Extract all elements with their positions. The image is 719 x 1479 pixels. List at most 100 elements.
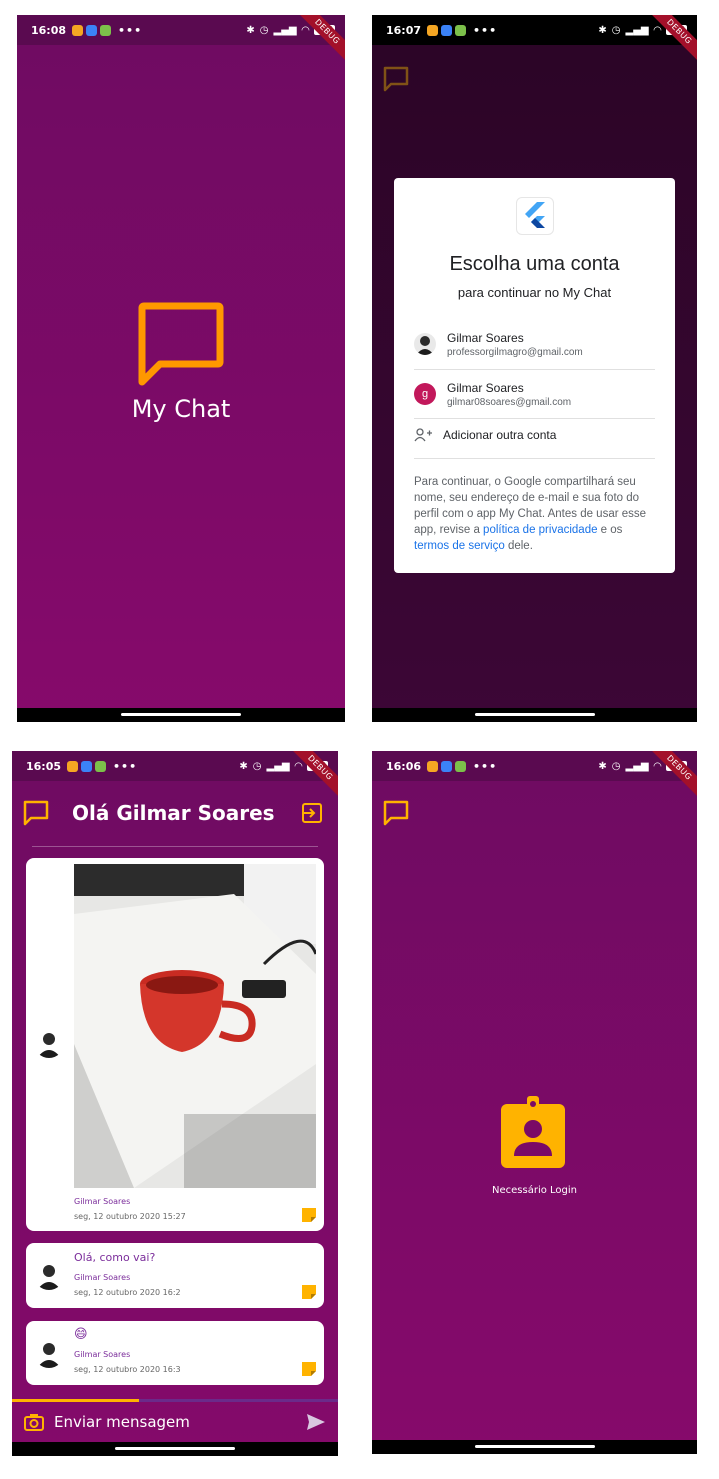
note-icon[interactable] bbox=[302, 1362, 316, 1376]
account-option[interactable]: g Gilmar Soares gilmar08soares@gmail.com bbox=[414, 370, 655, 418]
notification-icons bbox=[427, 24, 467, 36]
splash-screen: 16:08 ••• ✱ ◷ ▂▄▆ ◠ 100 DEBUG My Chat bbox=[17, 15, 345, 722]
dialog-title: Escolha uma conta bbox=[449, 253, 620, 275]
avatar bbox=[34, 1028, 64, 1058]
navigation-bar bbox=[372, 708, 697, 722]
status-time: 16:05 bbox=[26, 759, 62, 773]
avatar bbox=[34, 1260, 64, 1290]
alarm-icon: ◷ bbox=[259, 24, 269, 36]
privacy-policy-link[interactable]: política de privacidade bbox=[483, 524, 597, 536]
app-notification-icon bbox=[455, 760, 467, 772]
avatar: g bbox=[414, 383, 436, 405]
camera-icon[interactable] bbox=[24, 1412, 44, 1432]
wifi-icon: ◠ bbox=[653, 24, 662, 36]
login-required-label: Necessário Login bbox=[492, 1185, 577, 1196]
status-bar: 16:07 ••• ✱ ◷ ▂▄▆ ◠ 100 bbox=[372, 15, 697, 45]
status-time: 16:07 bbox=[386, 23, 422, 37]
app-notification-icon bbox=[67, 760, 79, 772]
note-icon[interactable] bbox=[302, 1208, 316, 1222]
account-email: professorgilmagro@gmail.com bbox=[447, 346, 583, 358]
add-person-icon bbox=[414, 428, 432, 442]
chat-logo-icon bbox=[138, 302, 224, 386]
home-handle[interactable] bbox=[474, 1445, 595, 1448]
flutter-logo-icon bbox=[516, 197, 554, 235]
message-card[interactable]: Olá, como vai? Gilmar Soares seg, 12 out… bbox=[26, 1243, 324, 1308]
message-text: 😄 bbox=[74, 1327, 88, 1342]
home-handle[interactable] bbox=[115, 1447, 235, 1450]
status-bar: 16:08 ••• ✱ ◷ ▂▄▆ ◠ 100 bbox=[17, 15, 345, 45]
choose-account-dialog: Escolha uma conta para continuar no My C… bbox=[394, 178, 675, 573]
note-icon[interactable] bbox=[302, 1285, 316, 1299]
app-notification-icon bbox=[86, 24, 98, 36]
message-time: seg, 12 outubro 2020 16:3 bbox=[74, 1365, 181, 1374]
message-input[interactable] bbox=[54, 1413, 306, 1431]
chat-screen: 16:05 ••• ✱ ◷ ▂▄▆ ◠ 100 DEBUG Olá Gilmar… bbox=[12, 751, 338, 1456]
alarm-icon: ◷ bbox=[611, 760, 621, 772]
account-picker-screen: 16:07 ••• ✱ ◷ ▂▄▆ ◠ 100 DEBUG Escolha um… bbox=[372, 15, 697, 722]
chat-icon bbox=[383, 800, 409, 826]
more-notifications-icon: ••• bbox=[473, 759, 498, 773]
page-title: Olá Gilmar Soares bbox=[72, 801, 275, 825]
signal-icon: ▂▄▆ bbox=[273, 24, 297, 36]
navigation-bar bbox=[17, 708, 345, 722]
home-handle[interactable] bbox=[474, 713, 595, 716]
message-image[interactable] bbox=[74, 864, 316, 1188]
message-sender: Gilmar Soares bbox=[74, 1350, 131, 1359]
wifi-icon: ◠ bbox=[294, 760, 303, 772]
status-time: 16:06 bbox=[386, 759, 422, 773]
badge-login-icon[interactable] bbox=[501, 1096, 565, 1168]
status-bar: 16:06 ••• ✱ ◷ ▂▄▆ ◠ 100 bbox=[372, 751, 697, 781]
more-notifications-icon: ••• bbox=[118, 23, 143, 37]
dialog-subtitle: para continuar no My Chat bbox=[457, 285, 612, 300]
avatar bbox=[414, 333, 436, 355]
chat-icon bbox=[23, 800, 49, 826]
app-notification-icon bbox=[441, 24, 453, 36]
app-bar: Olá Gilmar Soares bbox=[12, 781, 338, 847]
message-composer bbox=[12, 1402, 338, 1442]
logout-icon[interactable] bbox=[300, 801, 324, 825]
app-notification-icon bbox=[95, 760, 107, 772]
more-notifications-icon: ••• bbox=[473, 23, 498, 37]
alarm-icon: ◷ bbox=[252, 760, 262, 772]
app-title: My Chat bbox=[131, 395, 231, 423]
message-text: Olá, como vai? bbox=[74, 1251, 156, 1264]
message-card[interactable]: 😄 Gilmar Soares seg, 12 outubro 2020 16:… bbox=[26, 1321, 324, 1385]
login-required-screen: 16:06 ••• ✱ ◷ ▂▄▆ ◠ 100 DEBUG Necessário… bbox=[372, 751, 697, 1454]
navigation-bar bbox=[372, 1440, 697, 1454]
more-notifications-icon: ••• bbox=[113, 759, 138, 773]
wifi-icon: ◠ bbox=[653, 760, 662, 772]
app-notification-icon bbox=[72, 24, 84, 36]
app-notification-icon bbox=[100, 24, 112, 36]
message-time: seg, 12 outubro 2020 16:2 bbox=[74, 1288, 181, 1297]
navigation-bar bbox=[12, 1442, 338, 1456]
account-name: Gilmar Soares bbox=[447, 380, 524, 395]
signal-icon: ▂▄▆ bbox=[625, 24, 649, 36]
message-card[interactable]: Gilmar Soares seg, 12 outubro 2020 15:27 bbox=[26, 858, 324, 1231]
divider bbox=[414, 458, 655, 459]
bluetooth-icon: ✱ bbox=[246, 24, 255, 36]
app-notification-icon bbox=[81, 760, 93, 772]
signal-icon: ▂▄▆ bbox=[266, 760, 290, 772]
bluetooth-icon: ✱ bbox=[598, 24, 607, 36]
add-account-button[interactable]: Adicionar outra conta bbox=[414, 428, 556, 442]
consent-text: e os bbox=[597, 524, 623, 536]
avatar bbox=[34, 1338, 64, 1368]
account-option[interactable]: Gilmar Soares professorgilmagro@gmail.co… bbox=[414, 320, 655, 368]
app-notification-icon bbox=[427, 24, 439, 36]
add-account-label: Adicionar outra conta bbox=[443, 428, 557, 442]
terms-of-service-link[interactable]: termos de serviço bbox=[414, 540, 505, 552]
message-sender: Gilmar Soares bbox=[74, 1197, 131, 1206]
account-email: gilmar08soares@gmail.com bbox=[447, 396, 572, 408]
bluetooth-icon: ✱ bbox=[598, 760, 607, 772]
header-divider bbox=[32, 846, 318, 847]
account-name: Gilmar Soares bbox=[447, 330, 524, 345]
wifi-icon: ◠ bbox=[301, 24, 310, 36]
divider bbox=[414, 418, 655, 419]
notification-icons bbox=[67, 760, 107, 772]
app-notification-icon bbox=[427, 760, 439, 772]
send-icon[interactable] bbox=[306, 1412, 326, 1432]
notification-icons bbox=[427, 760, 467, 772]
notification-icons bbox=[72, 24, 112, 36]
home-handle[interactable] bbox=[121, 713, 241, 716]
message-time: seg, 12 outubro 2020 15:27 bbox=[74, 1212, 186, 1221]
